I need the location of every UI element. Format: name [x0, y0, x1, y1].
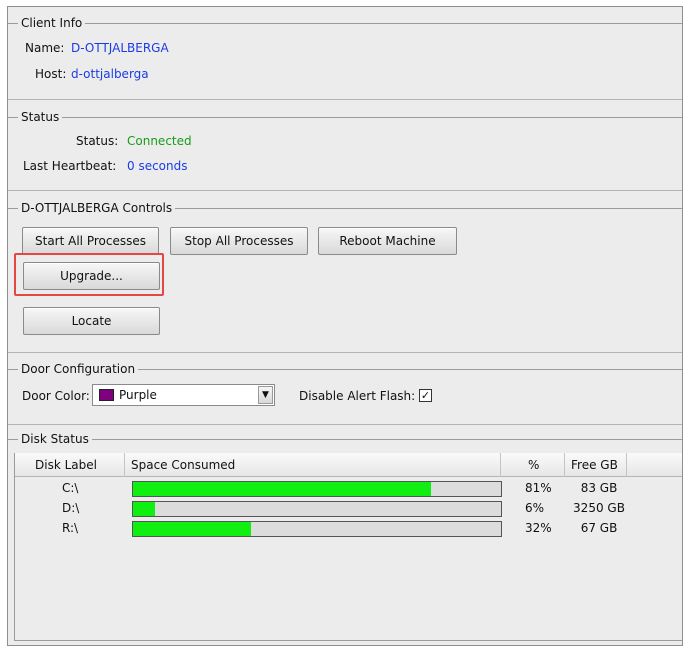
stop-all-processes-button[interactable]: Stop All Processes: [170, 227, 308, 255]
divider: [8, 352, 682, 353]
free-gb-cell: 3250 GB: [573, 501, 625, 515]
disable-alert-flash-label: Disable Alert Flash:: [299, 389, 416, 403]
client-info-title: Client Info: [18, 16, 86, 31]
chevron-down-icon[interactable]: ▼: [258, 386, 273, 404]
disk-label-cell: D:\: [62, 501, 80, 515]
status-title: Status: [18, 110, 63, 125]
free-gb-cell: 67 GB: [580, 521, 618, 535]
disk-label-cell: R:\: [62, 521, 79, 535]
column-header-space-consumed[interactable]: Space Consumed: [125, 453, 501, 477]
start-all-processes-button[interactable]: Start All Processes: [22, 227, 159, 255]
divider: [8, 190, 682, 191]
disk-label-cell: C:\: [62, 481, 79, 495]
controls-title: D-OTTJALBERGA Controls: [18, 201, 176, 216]
space-consumed-bar-fill: [133, 522, 251, 536]
space-consumed-bar-fill: [133, 502, 156, 516]
disk-status-title: Disk Status: [18, 432, 92, 447]
door-config-title: Door Configuration: [18, 362, 139, 377]
disk-status-table: Disk Label Space Consumed % Free GB C:\ 8…: [14, 453, 682, 641]
upgrade-button[interactable]: Upgrade...: [23, 262, 160, 290]
table-row[interactable]: D:\ 6% 3250 GB: [15, 498, 682, 518]
column-header-disk-label[interactable]: Disk Label: [15, 453, 125, 477]
disable-alert-flash-checkbox[interactable]: ✓: [419, 389, 432, 402]
space-consumed-bar: [132, 521, 502, 537]
checkmark-icon: ✓: [420, 389, 431, 402]
door-color-value: Purple: [119, 388, 157, 402]
status-label: Status:: [76, 134, 119, 148]
client-info-separator: [8, 23, 682, 24]
percent-cell: 81%: [525, 481, 552, 495]
door-color-select[interactable]: Purple ▼: [92, 384, 275, 406]
table-row[interactable]: C:\ 81% 83 GB: [15, 478, 682, 498]
column-header-free-gb[interactable]: Free GB: [565, 453, 627, 477]
column-header-percent[interactable]: %: [501, 453, 565, 477]
status-value: Connected: [127, 134, 192, 148]
divider: [8, 99, 682, 100]
host-label: Host:: [35, 67, 67, 81]
color-swatch: [99, 389, 114, 401]
door-color-label: Door Color:: [22, 389, 90, 403]
table-row[interactable]: R:\ 32% 67 GB: [15, 518, 682, 538]
percent-cell: 6%: [525, 501, 545, 515]
space-consumed-bar: [132, 481, 502, 497]
status-separator: [8, 117, 682, 118]
heartbeat-value: 0 seconds: [127, 159, 188, 173]
host-value: d-ottjalberga: [71, 67, 149, 81]
disk-status-separator: [8, 439, 682, 440]
divider: [8, 424, 682, 425]
space-consumed-bar-fill: [133, 482, 432, 496]
heartbeat-label: Last Heartbeat:: [23, 159, 117, 173]
percent-cell: 32%: [525, 521, 552, 535]
space-consumed-bar: [132, 501, 502, 517]
locate-button[interactable]: Locate: [23, 307, 160, 335]
name-value: D-OTTJALBERGA: [71, 41, 169, 55]
table-header: Disk Label Space Consumed % Free GB: [15, 453, 682, 477]
free-gb-cell: 83 GB: [580, 481, 618, 495]
name-label: Name:: [25, 41, 65, 55]
reboot-machine-button[interactable]: Reboot Machine: [318, 227, 457, 255]
